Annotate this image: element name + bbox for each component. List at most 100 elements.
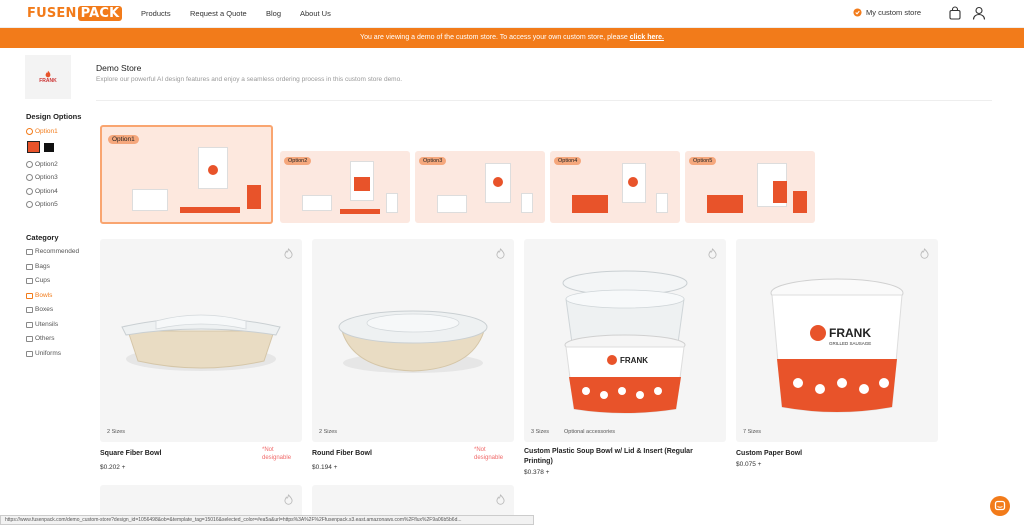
category-uniforms[interactable]: Uniforms — [26, 350, 61, 357]
category-label: Boxes — [35, 306, 54, 313]
design-tag: Option5 — [689, 157, 717, 165]
sizes-badge: 3 Sizes — [531, 429, 550, 435]
nav-blog[interactable]: Blog — [266, 9, 281, 18]
page-subtitle: Explore our powerful AI design features … — [96, 76, 403, 83]
option-label: Option3 — [35, 174, 58, 181]
product-name[interactable]: Custom Plastic Soup Bowl w/ Lid & Insert… — [524, 448, 693, 455]
color-swatch-black[interactable] — [44, 143, 54, 152]
design-option-4[interactable]: Option4 — [26, 188, 58, 195]
optional-accessories-badge: Optional accessories — [564, 429, 616, 435]
banner-text: You are viewing a demo of the custom sto… — [360, 34, 630, 41]
bowl-icon — [26, 292, 33, 299]
mock-cup — [386, 193, 398, 213]
design-card-option2[interactable]: Option2 — [280, 151, 410, 223]
category-others[interactable]: Others — [26, 335, 55, 342]
category-bags[interactable]: Bags — [26, 263, 50, 270]
product-name[interactable]: Square Fiber Bowl — [100, 450, 161, 457]
category-recommended[interactable]: Recommended — [26, 248, 79, 255]
flame-logo-icon — [45, 70, 51, 78]
store-badge-icon — [853, 8, 862, 17]
design-card-option3[interactable]: Option3 — [415, 151, 545, 223]
design-option-5[interactable]: Option5 — [26, 201, 58, 208]
nav-products[interactable]: Products — [141, 9, 171, 18]
my-custom-store-link[interactable]: My custom store — [853, 8, 921, 17]
mock-cup — [521, 193, 533, 213]
note-line1: *Not — [262, 447, 274, 453]
product-card-square-fiber-bowl[interactable]: 2 Sizes — [100, 239, 302, 442]
user-account-icon[interactable] — [972, 6, 986, 20]
mock-cup — [793, 191, 807, 213]
mock-box — [302, 195, 332, 211]
option-label: Option5 — [35, 201, 58, 208]
not-designable-note: *Not designable — [262, 446, 291, 462]
logo-text-part1: FUSEN — [27, 6, 77, 21]
design-option-3[interactable]: Option3 — [26, 174, 58, 181]
design-card-option5[interactable]: Option5 — [685, 151, 815, 223]
design-option-2[interactable]: Option2 — [26, 161, 58, 168]
nav-request-quote[interactable]: Request a Quote — [190, 9, 247, 18]
mock-cup — [656, 193, 668, 213]
mock-logo — [354, 177, 370, 191]
option-radio-icon — [26, 128, 33, 135]
category-cups[interactable]: Cups — [26, 277, 50, 284]
product-name[interactable]: Custom Paper Bowl — [736, 450, 802, 457]
design-tag: Option4 — [554, 157, 582, 165]
divider — [96, 100, 992, 101]
mock-sleeve — [180, 207, 240, 213]
cup-icon — [26, 277, 33, 284]
product-card-round-fiber-bowl[interactable]: 2 Sizes — [312, 239, 514, 442]
category-label: Bags — [35, 263, 50, 270]
plastic-soup-bowl-image: FRANK — [562, 270, 688, 414]
top-header: FUSEN PACK Products Request a Quote Blog… — [0, 0, 1024, 28]
mock-logo — [773, 181, 787, 203]
product-name[interactable]: Round Fiber Bowl — [312, 450, 372, 457]
category-label: Others — [35, 335, 55, 342]
box-icon — [26, 306, 33, 313]
sizes-badge: 2 Sizes — [107, 429, 126, 435]
fusenpack-logo[interactable]: FUSEN PACK — [27, 5, 123, 22]
category-utensils[interactable]: Utensils — [26, 321, 58, 328]
nav-about-us[interactable]: About Us — [300, 9, 331, 18]
chat-button[interactable] — [990, 496, 1010, 516]
product-card-custom-paper-bowl[interactable]: FRANK GRILLED SAUSAGE 7 Sizes — [736, 239, 938, 442]
banner-click-here-link[interactable]: click here. — [630, 34, 664, 41]
note-line1: *Not — [474, 447, 486, 453]
utensils-icon — [26, 321, 33, 328]
browser-status-url: https://www.fusenpack.com/demo_custom-st… — [0, 515, 534, 525]
design-tag: Option2 — [284, 157, 312, 165]
bowl-brand-subtext: GRILLED SAUSAGE — [829, 341, 871, 346]
color-swatch-orange[interactable] — [27, 141, 40, 153]
option-radio-icon — [26, 201, 33, 208]
mock-sleeve — [340, 209, 380, 214]
option-radio-icon — [26, 188, 33, 195]
mock-box — [132, 189, 168, 211]
product-price: $0.202 + — [100, 464, 126, 471]
option-label: Option2 — [35, 161, 58, 168]
store-logo: FRANK — [25, 55, 71, 99]
option-label: Option1 — [35, 128, 58, 135]
bag-icon — [26, 263, 33, 270]
category-icon — [26, 248, 33, 255]
fire-icon — [708, 248, 717, 259]
others-icon — [26, 335, 33, 342]
mock-logo — [493, 177, 503, 187]
design-options-heading: Design Options — [26, 112, 82, 121]
page-title: Demo Store — [96, 63, 142, 73]
mock-cup — [247, 185, 261, 209]
sizes-badge: 2 Sizes — [319, 429, 338, 435]
mock-box — [572, 195, 608, 213]
mock-box — [437, 195, 467, 213]
category-label: Recommended — [35, 248, 80, 255]
mock-logo — [628, 177, 638, 187]
fire-icon — [920, 248, 929, 259]
category-bowls[interactable]: Bowls — [26, 292, 52, 299]
design-tag: Option3 — [419, 157, 447, 165]
design-option-1[interactable]: Option1 — [26, 128, 58, 135]
design-card-option4[interactable]: Option4 — [550, 151, 680, 223]
shopping-bag-icon[interactable] — [948, 6, 962, 20]
category-boxes[interactable]: Boxes — [26, 306, 53, 313]
fire-icon — [496, 494, 505, 505]
design-card-option1[interactable]: Option1 — [100, 125, 273, 224]
product-card-plastic-soup-bowl[interactable]: FRANK 3 Sizes Optional accessories — [524, 239, 726, 442]
product-name-line2[interactable]: Printing) — [524, 458, 553, 465]
